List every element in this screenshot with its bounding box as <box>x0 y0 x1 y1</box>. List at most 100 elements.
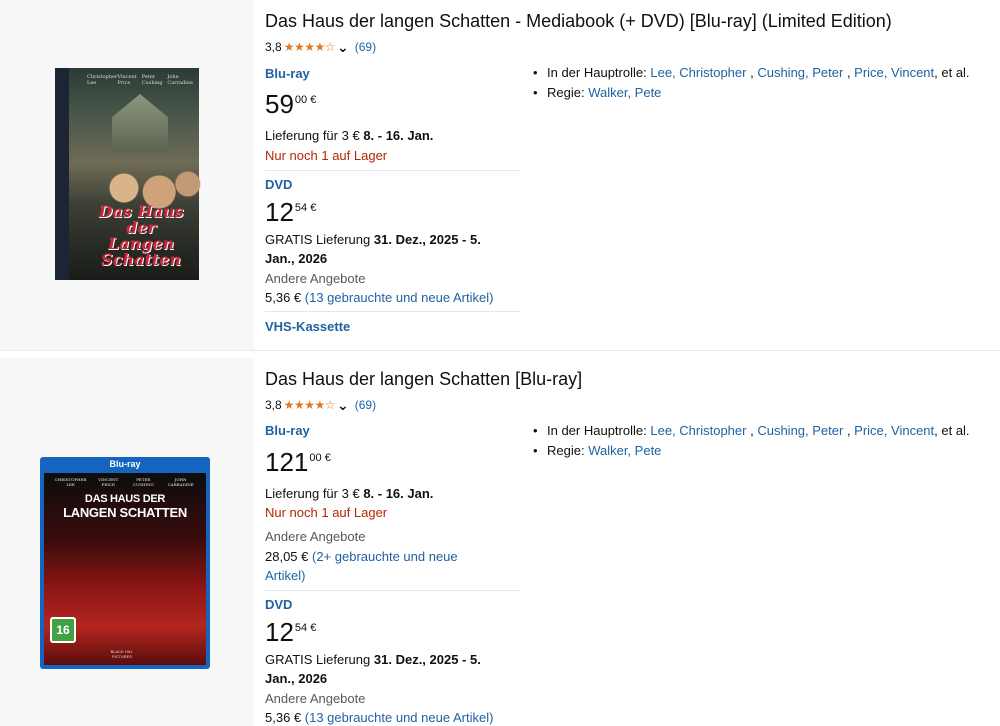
starring-label: In der Hauptrolle: <box>547 423 647 438</box>
other-offers-label: Andere Angebote <box>265 529 366 544</box>
actor-link[interactable]: Cushing, Peter <box>757 423 843 438</box>
product-title-link[interactable]: Das Haus der langen Schatten [Blu-ray] <box>265 367 582 391</box>
delivery-prefix: GRATIS Lieferung <box>265 652 371 667</box>
price-fraction: 00 € <box>295 93 316 107</box>
director-link[interactable]: Walker, Pete <box>588 443 661 458</box>
delivery-info: Lieferung für 3 € 8. - 16. Jan. <box>265 484 433 503</box>
offers-link[interactable]: (13 gebrauchte und neue Artikel) <box>305 290 494 305</box>
format-link-dvd[interactable]: DVD <box>265 177 292 192</box>
cover-title-big: LANGEN SCHATTEN <box>63 505 187 520</box>
cover-house-art <box>112 94 168 152</box>
mediabook-cover-image[interactable]: Christopher Lee Vincent Price Peter Cush… <box>55 68 201 280</box>
stock-warning: Nur noch 1 auf Lager <box>265 505 388 520</box>
chevron-down-icon[interactable]: ⌄ <box>337 398 349 412</box>
actor-link[interactable]: Lee, Christopher <box>650 423 746 438</box>
rating-count-link[interactable]: (69) <box>355 40 376 54</box>
other-offers: 5,36 € (13 gebrauchte und neue Artikel) <box>265 708 493 726</box>
et-al: , et al. <box>934 65 970 80</box>
actor-link[interactable]: Price, Vincent <box>854 65 934 80</box>
rating-value: 3,8 <box>265 398 282 412</box>
offers-price: 5,36 € <box>265 290 302 305</box>
actor-link[interactable]: Price, Vincent <box>854 423 934 438</box>
price-cents: 54 <box>294 202 308 214</box>
other-offers-label: Andere Angebote <box>265 271 366 286</box>
price-currency: € <box>310 622 317 634</box>
starring-item: In der Hauptrolle: Lee, Christopher , Cu… <box>531 421 970 441</box>
offers-price: 5,36 € <box>265 710 302 725</box>
director-link[interactable]: Walker, Pete <box>588 85 661 100</box>
bluray-cover-image[interactable]: Blu-ray CHRISTOPHER LEE VINCENT PRICE PE… <box>40 457 210 669</box>
cover-name: VINCENT PRICE <box>98 477 119 487</box>
actor-link[interactable]: Lee, Christopher <box>650 65 746 80</box>
cover-name: John Carradine <box>167 74 193 86</box>
price-currency: € <box>310 94 317 106</box>
format-separator <box>265 311 521 312</box>
starring-item: In der Hauptrolle: Lee, Christopher , Cu… <box>531 63 970 83</box>
price[interactable]: 59 00 € <box>265 90 316 118</box>
format-link-vhs[interactable]: VHS-Kassette <box>265 319 350 334</box>
cover-cast-names: Christopher Lee Vincent Price Peter Cush… <box>87 74 195 86</box>
offers-link-cont[interactable]: Artikel) <box>265 566 305 585</box>
et-al: , et al. <box>934 423 970 438</box>
delivery-info-cont: Jan., 2026 <box>265 249 327 268</box>
cover-name: Peter Cushing <box>141 74 163 86</box>
stock-warning: Nur noch 1 auf Lager <box>265 148 388 163</box>
star-rating-icon[interactable]: ★★★★☆ <box>284 40 336 54</box>
rating-count-link[interactable]: (69) <box>355 398 376 412</box>
price[interactable]: 121 00 € <box>265 448 331 476</box>
cover-title-line: Das Haus der <box>98 202 184 237</box>
cover-front: CHRISTOPHER LEE VINCENT PRICE PETER CUSH… <box>44 473 206 665</box>
offers-price: 28,05 € <box>265 549 309 564</box>
rating-row[interactable]: 3,8 ★★★★☆ ⌄ (69) <box>265 398 376 412</box>
director-label: Regie: <box>547 85 585 100</box>
director-item: Regie: Walker, Pete <box>531 83 970 103</box>
delivery-date: 8. - 16. Jan. <box>363 486 434 501</box>
cover-name: PETER CUSHING <box>132 477 154 487</box>
format-link-dvd[interactable]: DVD <box>265 597 292 612</box>
delivery-date: 31. Dez., 2025 - 5. <box>373 652 481 667</box>
other-offers-label: Andere Angebote <box>265 691 366 706</box>
chevron-down-icon[interactable]: ⌄ <box>337 40 349 54</box>
search-result-1: Christopher Lee Vincent Price Peter Cush… <box>0 0 1000 350</box>
credits-list: In der Hauptrolle: Lee, Christopher , Cu… <box>531 63 970 103</box>
delivery-prefix: Lieferung für 3 € <box>265 128 360 143</box>
delivery-info: GRATIS Lieferung 31. Dez., 2025 - 5. <box>265 230 481 249</box>
product-title-link[interactable]: Das Haus der langen Schatten - Mediabook… <box>265 9 892 33</box>
delivery-date: 8. - 16. Jan. <box>363 128 434 143</box>
price[interactable]: 12 54 € <box>265 198 316 226</box>
rating-row[interactable]: 3,8 ★★★★☆ ⌄ (69) <box>265 40 376 54</box>
rating-value: 3,8 <box>265 40 282 54</box>
fsk-rating-badge: 16 <box>50 617 76 643</box>
cover-title: DAS HAUS DER LANGEN SCHATTEN <box>44 493 206 519</box>
delivery-info: Lieferung für 3 € 8. - 16. Jan. <box>265 126 433 145</box>
other-offers: 5,36 € (13 gebrauchte und neue Artikel) <box>265 288 493 307</box>
product-image-container[interactable]: Christopher Lee Vincent Price Peter Cush… <box>0 0 254 350</box>
price-fraction: 54 € <box>295 201 316 215</box>
price-whole: 12 <box>265 197 294 227</box>
format-separator <box>265 170 521 171</box>
other-offers: 28,05 € (2+ gebrauchte und neue <box>265 547 458 566</box>
cover-title: Das Haus der Langen Schatten <box>87 204 195 268</box>
delivery-info: GRATIS Lieferung 31. Dez., 2025 - 5. <box>265 650 481 669</box>
price-whole: 12 <box>265 617 294 647</box>
cover-name: Vincent Price <box>117 74 137 86</box>
director-label: Regie: <box>547 443 585 458</box>
cover-spine <box>55 68 69 280</box>
credits-list: In der Hauptrolle: Lee, Christopher , Cu… <box>531 421 970 461</box>
studio-logo: BLACK HILL PICTURES <box>110 649 134 659</box>
delivery-date: Jan., 2026 <box>265 671 328 686</box>
price-fraction: 00 € <box>309 451 330 465</box>
offers-link[interactable]: (2+ gebrauchte und neue <box>312 549 458 564</box>
delivery-date: 31. Dez., 2025 - 5. <box>373 232 481 247</box>
format-link-bluray[interactable]: Blu-ray <box>265 423 310 438</box>
format-link-bluray[interactable]: Blu-ray <box>265 66 310 81</box>
delivery-date: Jan., 2026 <box>265 251 328 266</box>
price-fraction: 54 € <box>295 621 316 635</box>
price-currency: € <box>324 452 331 464</box>
star-rating-icon[interactable]: ★★★★☆ <box>284 398 336 412</box>
cover-cast-names: CHRISTOPHER LEE VINCENT PRICE PETER CUSH… <box>50 477 200 487</box>
actor-link[interactable]: Cushing, Peter <box>757 65 843 80</box>
cover-name: Christopher Lee <box>87 74 118 86</box>
price[interactable]: 12 54 € <box>265 618 316 646</box>
offers-link[interactable]: (13 gebrauchte und neue Artikel) <box>305 710 494 725</box>
